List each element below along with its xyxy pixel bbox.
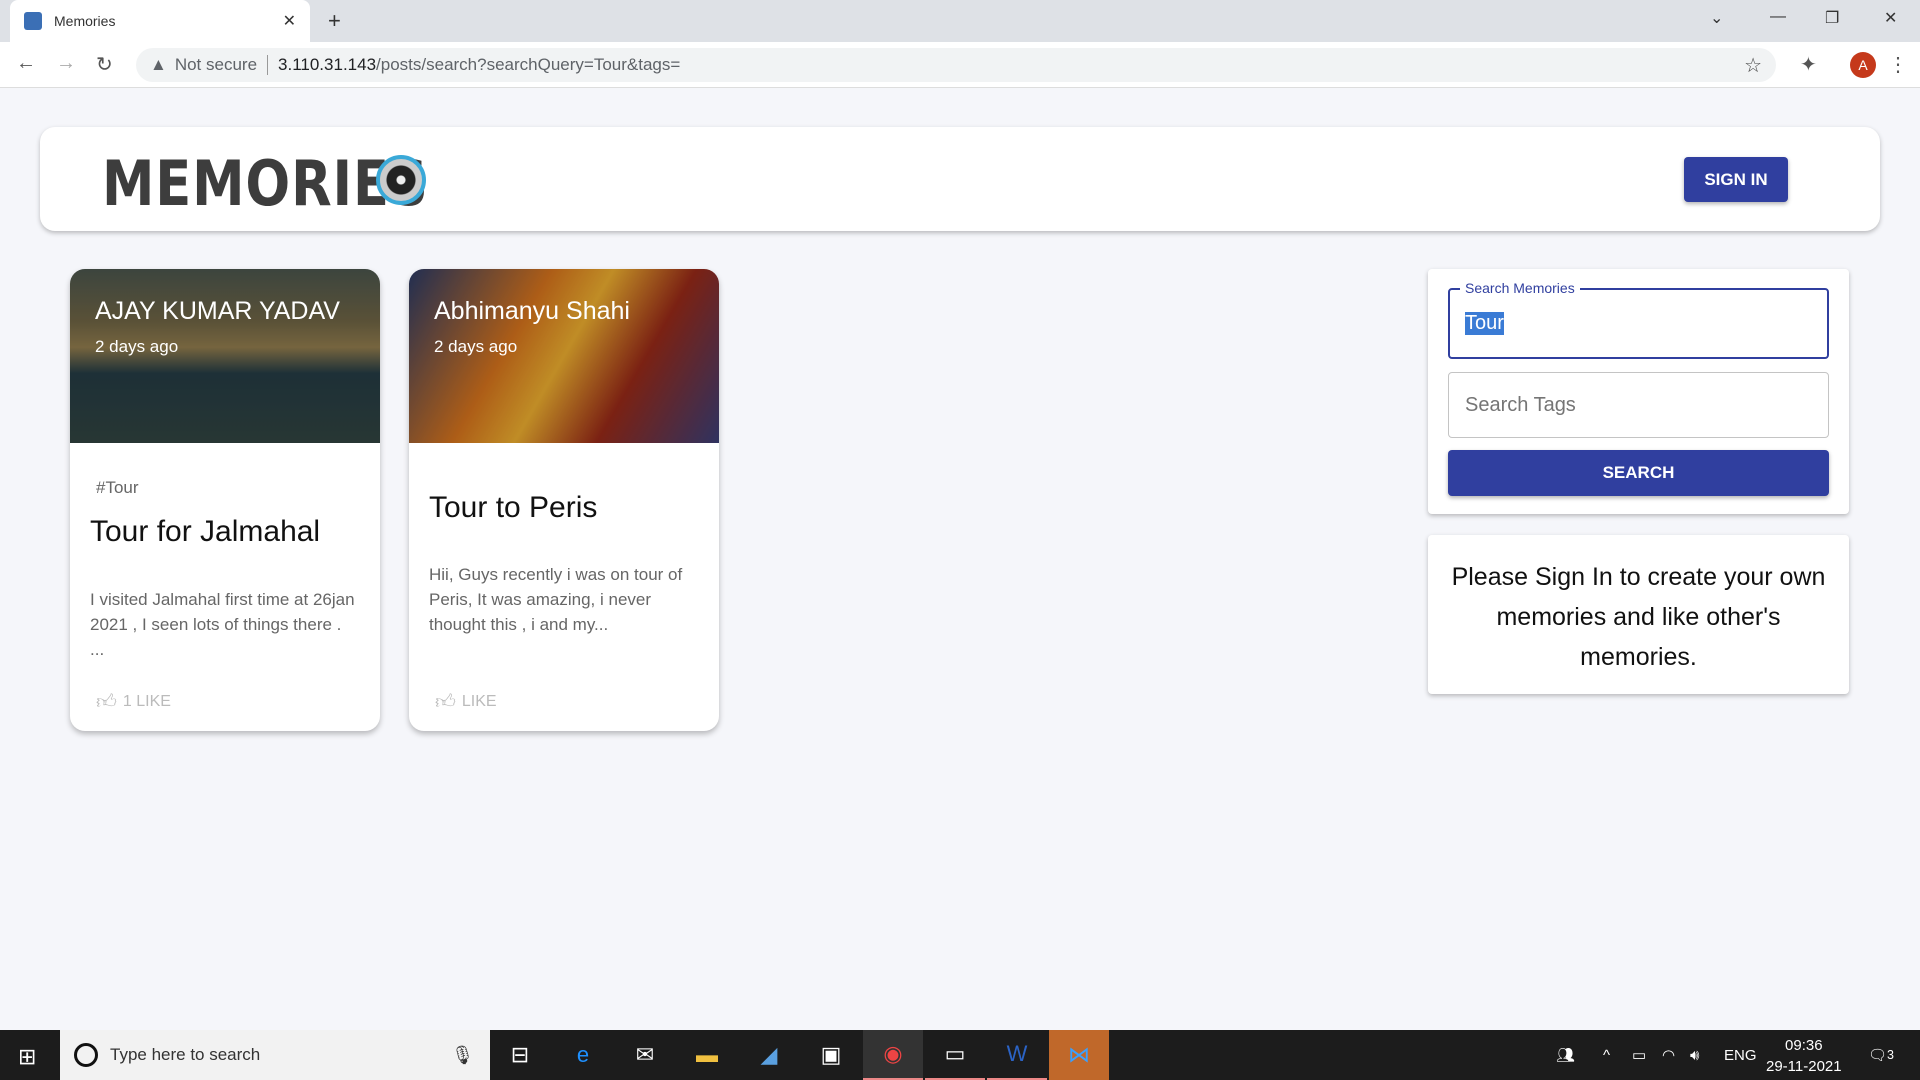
url-path: /posts/search?searchQuery=Tour&tags= <box>376 55 681 74</box>
people-icon[interactable]: 👥︎ <box>1556 1030 1575 1080</box>
post-image: AJAY KUMAR YADAV 2 days ago <box>70 269 380 443</box>
post-card[interactable]: AJAY KUMAR YADAV 2 days ago #Tour Tour f… <box>70 269 380 731</box>
thumb-up-icon: 👍︎ <box>96 691 117 713</box>
windows-start-icon[interactable]: ⊞ <box>18 1044 36 1070</box>
close-window-icon[interactable]: ✕ <box>1884 8 1897 28</box>
sign-in-notice: Please Sign In to create your own memori… <box>1451 563 1826 671</box>
search-memories-value: Tour <box>1465 312 1504 335</box>
edge-icon[interactable]: e <box>553 1030 613 1080</box>
search-memories-input[interactable]: Search Memories Tour <box>1448 280 1829 359</box>
microphone-icon[interactable]: 🎙︎ <box>451 1045 474 1066</box>
post-title: Tour to Peris <box>429 491 598 524</box>
profile-avatar[interactable]: A <box>1850 52 1876 78</box>
like-count: 1 LIKE <box>122 693 171 710</box>
word-icon[interactable]: W <box>987 1030 1047 1080</box>
task-view-icon[interactable]: ⊟ <box>490 1030 550 1080</box>
post-author: AJAY KUMAR YADAV <box>95 297 340 325</box>
forward-icon[interactable]: → <box>56 52 76 75</box>
like-button[interactable]: 👍︎ LIKE <box>435 690 497 714</box>
menu-icon[interactable]: ⋮ <box>1888 52 1908 77</box>
vscode-icon[interactable]: ⋈ <box>1049 1030 1109 1080</box>
post-message: I visited Jalmahal first time at 26jan 2… <box>90 590 355 659</box>
like-count: LIKE <box>461 693 497 710</box>
restore-icon[interactable]: ❐ <box>1825 8 1839 28</box>
post-image: Abhimanyu Shahi 2 days ago <box>409 269 719 443</box>
sign-in-button[interactable]: SIGN IN <box>1684 157 1788 202</box>
new-tab-icon[interactable]: + <box>328 8 341 34</box>
not-secure-label: Not secure <box>174 55 258 74</box>
clock-time: 09:36 <box>1785 1037 1823 1054</box>
tab-search-icon[interactable]: ⌄ <box>1710 8 1723 28</box>
thumb-up-icon: 👍︎ <box>435 691 456 713</box>
search-tags-input[interactable] <box>1449 373 1828 437</box>
store-icon[interactable]: ▣ <box>801 1030 861 1080</box>
search-tags-field[interactable] <box>1448 372 1829 438</box>
chrome-icon[interactable]: ◉ <box>863 1030 923 1080</box>
language-indicator[interactable]: ENG <box>1724 1030 1757 1080</box>
search-panel: Search Memories Tour SEARCH <box>1428 269 1849 514</box>
post-time: 2 days ago <box>434 337 518 356</box>
battery-icon[interactable]: ▭ <box>1632 1030 1646 1080</box>
post-time: 2 days ago <box>95 337 179 356</box>
file-explorer-icon[interactable]: ▬ <box>677 1030 737 1080</box>
extensions-icon[interactable]: ✦ <box>1800 52 1817 77</box>
address-bar-row: ← → ↻ ▲ Not secure 3.110.31.143/posts/se… <box>0 42 1920 88</box>
warning-icon: ▲ <box>150 55 167 74</box>
url-bar[interactable]: ▲ Not secure 3.110.31.143/posts/search?s… <box>136 48 1776 82</box>
app-icon[interactable]: ◢ <box>739 1030 799 1080</box>
search-memories-label: Search Memories <box>1460 280 1580 296</box>
post-tags: #Tour <box>96 478 139 497</box>
sign-in-notice-panel: Please Sign In to create your own memori… <box>1428 535 1849 694</box>
cortana-icon <box>74 1043 98 1067</box>
post-message: Hii, Guys recently i was on tour of Peri… <box>429 565 683 634</box>
camera-lens-icon <box>376 155 426 205</box>
wifi-icon[interactable]: ◠ <box>1662 1030 1675 1080</box>
post-title: Tour for Jalmahal <box>90 515 321 548</box>
mail-icon[interactable]: ✉ <box>615 1030 675 1080</box>
notification-count: 3 <box>1887 1048 1894 1062</box>
terminal-icon[interactable]: ▭ <box>925 1030 985 1080</box>
reload-icon[interactable]: ↻ <box>96 52 113 77</box>
taskbar-search[interactable]: Type here to search 🎙︎ <box>60 1030 490 1080</box>
url-host: 3.110.31.143 <box>278 55 377 74</box>
taskbar: ⊞ Type here to search 🎙︎ ⊟ e ✉ ▬ ◢ ▣ ◉ ▭… <box>0 1030 1920 1080</box>
favicon-icon <box>24 12 42 30</box>
bookmark-star-icon[interactable]: ☆ <box>1744 53 1762 78</box>
close-tab-icon[interactable]: ✕ <box>283 11 296 31</box>
notification-icon[interactable]: 🗨︎ 3 <box>1868 1030 1894 1080</box>
show-hidden-icons[interactable]: ^ <box>1603 1030 1610 1080</box>
search-button[interactable]: SEARCH <box>1448 450 1829 496</box>
like-button[interactable]: 👍︎ 1 LIKE <box>96 690 171 714</box>
clock[interactable]: 09:36 29-11-2021 <box>1766 1035 1842 1077</box>
browser-tab-bar: Memories ✕ + ⌄ — ❐ ✕ <box>0 0 1920 42</box>
app-header: MEMORIES SIGN IN <box>40 127 1880 231</box>
minimize-icon[interactable]: — <box>1770 8 1786 26</box>
tab-title: Memories <box>54 13 116 29</box>
taskbar-search-placeholder: Type here to search <box>110 1045 261 1064</box>
post-card[interactable]: Abhimanyu Shahi 2 days ago Tour to Peris… <box>409 269 719 731</box>
back-icon[interactable]: ← <box>16 52 36 75</box>
browser-tab[interactable]: Memories ✕ <box>10 0 310 42</box>
volume-icon[interactable]: 🔊︎ <box>1690 1030 1699 1080</box>
post-author: Abhimanyu Shahi <box>434 297 630 325</box>
clock-date: 29-11-2021 <box>1766 1058 1842 1075</box>
